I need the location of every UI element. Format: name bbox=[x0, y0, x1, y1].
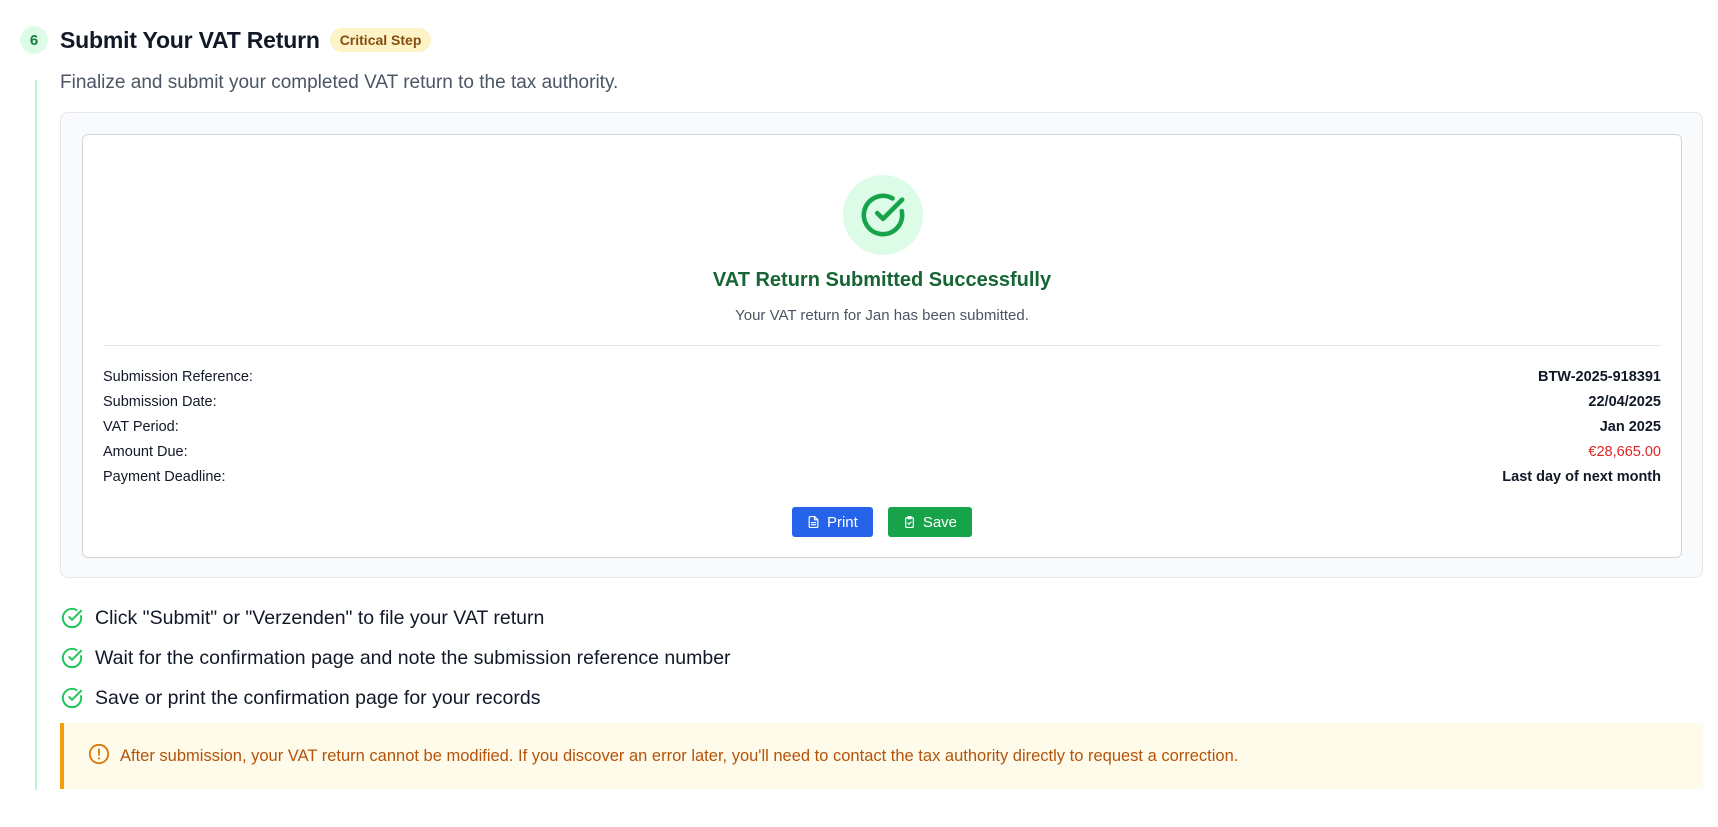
step-timeline-rail bbox=[35, 80, 37, 790]
save-button[interactable]: Save bbox=[887, 507, 973, 537]
alert-circle-icon bbox=[88, 743, 110, 770]
submission-details: Submission Reference: BTW-2025-918391 Su… bbox=[103, 367, 1661, 492]
submission-date-value: 22/04/2025 bbox=[1588, 394, 1661, 410]
critical-step-badge: Critical Step bbox=[329, 28, 432, 52]
check-circle-icon bbox=[60, 646, 84, 670]
checklist-item: Save or print the confirmation page for … bbox=[60, 678, 731, 718]
detail-label: Amount Due: bbox=[103, 444, 188, 460]
check-circle-icon bbox=[843, 175, 923, 255]
step-description: Finalize and submit your completed VAT r… bbox=[60, 72, 619, 93]
detail-label: Submission Reference: bbox=[103, 369, 253, 385]
detail-label: VAT Period: bbox=[103, 419, 179, 435]
print-button-label: Print bbox=[826, 513, 858, 531]
detail-label: Submission Date: bbox=[103, 394, 217, 410]
checklist: Click "Submit" or "Verzenden" to file yo… bbox=[60, 598, 731, 718]
divider bbox=[103, 345, 1661, 346]
warning-text: After submission, your VAT return cannot… bbox=[120, 746, 1239, 765]
payment-deadline-value: Last day of next month bbox=[1502, 469, 1661, 485]
vat-period-value: Jan 2025 bbox=[1599, 419, 1661, 435]
checklist-item-text: Save or print the confirmation page for … bbox=[95, 686, 541, 709]
clipboard-check-icon bbox=[904, 515, 914, 529]
check-circle-icon bbox=[60, 606, 84, 630]
confirmation-actions: Print Save bbox=[83, 507, 1681, 537]
detail-row-reference: Submission Reference: BTW-2025-918391 bbox=[103, 367, 1661, 392]
detail-label: Payment Deadline: bbox=[103, 469, 226, 485]
checklist-item-text: Click "Submit" or "Verzenden" to file yo… bbox=[95, 606, 545, 629]
detail-row-deadline: Payment Deadline: Last day of next month bbox=[103, 467, 1661, 492]
warning-callout: After submission, your VAT return cannot… bbox=[60, 723, 1703, 789]
checklist-item: Wait for the confirmation page and note … bbox=[60, 638, 731, 678]
confirmation-panel: VAT Return Submitted Successfully Your V… bbox=[60, 112, 1703, 578]
document-icon bbox=[808, 515, 819, 529]
step-title: Submit Your VAT Return bbox=[60, 26, 320, 53]
confirmation-card: VAT Return Submitted Successfully Your V… bbox=[82, 134, 1682, 558]
save-button-label: Save bbox=[922, 513, 958, 531]
check-circle-icon bbox=[60, 686, 84, 710]
detail-row-period: VAT Period: Jan 2025 bbox=[103, 417, 1661, 442]
detail-row-date: Submission Date: 22/04/2025 bbox=[103, 392, 1661, 417]
checklist-item: Click "Submit" or "Verzenden" to file yo… bbox=[60, 598, 731, 638]
checklist-item-text: Wait for the confirmation page and note … bbox=[95, 646, 731, 669]
print-button[interactable]: Print bbox=[791, 507, 873, 537]
step-header: 6 Submit Your VAT Return Critical Step bbox=[20, 26, 432, 54]
confirmation-subtitle: Your VAT return for Jan has been submitt… bbox=[735, 307, 1029, 324]
step-number-badge: 6 bbox=[20, 26, 48, 54]
amount-due-value: €28,665.00 bbox=[1588, 444, 1661, 460]
submission-reference-value: BTW-2025-918391 bbox=[1537, 369, 1661, 385]
detail-row-amount: Amount Due: €28,665.00 bbox=[103, 442, 1661, 467]
confirmation-title: VAT Return Submitted Successfully bbox=[712, 269, 1052, 291]
